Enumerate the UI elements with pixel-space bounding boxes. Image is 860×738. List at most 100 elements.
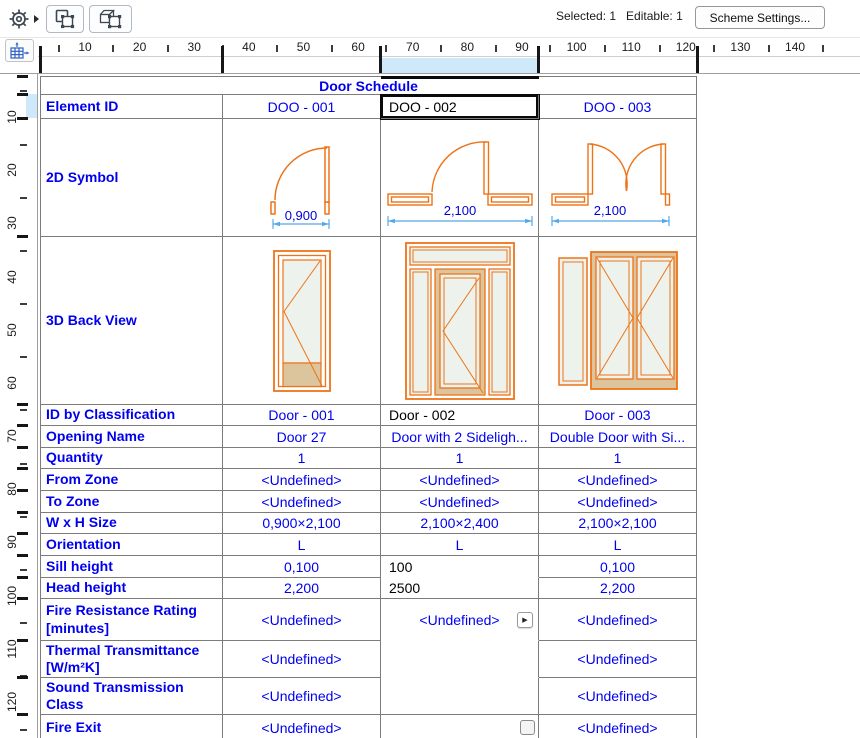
ruler-tick: [604, 45, 606, 52]
table-cell[interactable]: <Undefined>: [223, 641, 381, 678]
table-cell[interactable]: <Undefined>: [223, 469, 381, 491]
cell-3d-view-door2[interactable]: [381, 237, 539, 405]
ruler-row-boundary-tick: [17, 597, 28, 600]
select-marquee-button[interactable]: [46, 5, 84, 33]
cell-2d-symbol-door1[interactable]: 0,900: [223, 119, 381, 237]
table-cell[interactable]: Door - 001: [223, 405, 381, 426]
dim-label: 2,100: [594, 203, 627, 218]
ruler-number: 90: [5, 532, 19, 552]
ruler-row-boundary-tick: [17, 639, 28, 642]
cell-3d-view-door1[interactable]: [223, 237, 381, 405]
table-cell[interactable]: [381, 641, 539, 678]
table-cell[interactable]: L: [223, 534, 381, 556]
dropdown-arrow-icon: [33, 14, 40, 24]
table-cell[interactable]: Door 27: [223, 426, 381, 448]
table-cell[interactable]: Double Door with Si...: [539, 426, 696, 448]
table-cell[interactable]: 2,200: [539, 578, 696, 599]
table-cell[interactable]: 1: [381, 448, 539, 469]
table-cell[interactable]: [381, 715, 539, 738]
header-cell-doo-002-selected[interactable]: DOO - 002: [381, 95, 539, 119]
ruler-tick: [276, 45, 278, 52]
table-cell[interactable]: 2,100×2,400: [381, 513, 539, 534]
table-cell[interactable]: <Undefined>: [223, 599, 381, 641]
ruler-tick: [20, 409, 27, 411]
header-row: Element ID DOO - 001 DOO - 002 DOO - 003: [41, 95, 696, 119]
table-cell[interactable]: <Undefined>▶: [381, 599, 539, 641]
row-label: From Zone: [41, 469, 223, 491]
table-cell[interactable]: <Undefined>: [223, 491, 381, 513]
table-row: ID by ClassificationDoor - 001Door - 002…: [41, 405, 696, 426]
ruler-number: 40: [242, 40, 255, 54]
table-row: Head height2,20025002,200: [41, 578, 696, 599]
row-label: To Zone: [41, 491, 223, 513]
ruler-number: 100: [567, 40, 587, 54]
select-elements-button[interactable]: [89, 5, 132, 33]
row-label: Quantity: [41, 448, 223, 469]
table-cell[interactable]: 2500: [381, 578, 539, 599]
table-cell[interactable]: <Undefined>: [381, 469, 539, 491]
settings-gear-icon: [7, 7, 31, 31]
table-row: Fire Resistance Rating [minutes]<Undefin…: [41, 599, 696, 641]
table-cell[interactable]: 1: [223, 448, 381, 469]
ruler-row-boundary-tick: [17, 532, 28, 535]
schedule-data-rows: ID by ClassificationDoor - 001Door - 002…: [41, 405, 696, 738]
ruler-number: 90: [515, 40, 528, 54]
ruler-number: 140: [785, 40, 805, 54]
table-cell[interactable]: <Undefined>: [223, 678, 381, 715]
cell-3d-view-door3[interactable]: [539, 237, 696, 405]
table-cell[interactable]: [381, 678, 539, 715]
table-cell[interactable]: <Undefined>: [539, 491, 696, 513]
ruler-tick: [112, 45, 114, 52]
ruler-number: 80: [461, 40, 474, 54]
row-label: Thermal Transmittance [W/m²K]: [41, 641, 223, 678]
table-cell[interactable]: <Undefined>: [539, 469, 696, 491]
table-cell[interactable]: <Undefined>: [539, 641, 696, 678]
table-cell[interactable]: 2,100×2,100: [539, 513, 696, 534]
row-label: Head height: [41, 578, 223, 599]
ruler-column-boundary-tick: [696, 46, 699, 73]
horizontal-ruler-selection-highlight: [380, 58, 538, 73]
ruler-row-boundary-tick: [17, 467, 28, 470]
row-label-2d-symbol: 2D Symbol: [41, 119, 223, 237]
ruler-tick: [20, 569, 27, 571]
table-cell[interactable]: Door with 2 Sideligh...: [381, 426, 539, 448]
ruler-tick: [659, 45, 661, 52]
row-2d-symbol: 2D Symbol 0,900: [41, 119, 696, 237]
scheme-settings-button[interactable]: Scheme Settings...: [695, 6, 825, 29]
row-label: Orientation: [41, 534, 223, 556]
table-cell[interactable]: 0,100: [539, 556, 696, 578]
table-cell[interactable]: 2,200: [223, 578, 381, 599]
table-cell[interactable]: Door - 003: [539, 405, 696, 426]
table-cell[interactable]: 100: [381, 556, 539, 578]
door-3d-single-icon: [273, 250, 331, 392]
header-cell-doo-001[interactable]: DOO - 001: [223, 95, 381, 119]
table-cell[interactable]: <Undefined>: [539, 599, 696, 641]
table-cell[interactable]: 0,900×2,100: [223, 513, 381, 534]
table-cell[interactable]: L: [381, 534, 539, 556]
fire-exit-checkbox[interactable]: [520, 720, 535, 735]
table-cell[interactable]: <Undefined>: [381, 491, 539, 513]
ruler-origin-button[interactable]: [5, 39, 34, 62]
ruler-row-boundary-tick: [17, 713, 28, 716]
table-row: Opening NameDoor 27Door with 2 Sideligh.…: [41, 426, 696, 448]
table-cell[interactable]: L: [539, 534, 696, 556]
cell-2d-symbol-door3[interactable]: 2,100: [539, 119, 696, 237]
cell-2d-symbol-door2[interactable]: 2,100: [381, 119, 539, 237]
table-cell[interactable]: <Undefined>: [223, 715, 381, 738]
table-row: Quantity111: [41, 448, 696, 469]
table-cell[interactable]: Door - 002: [381, 405, 539, 426]
settings-gear-button[interactable]: [7, 6, 43, 32]
ruler-row-boundary-tick: [17, 489, 28, 492]
popup-arrow-button[interactable]: ▶: [517, 612, 533, 628]
table-cell[interactable]: <Undefined>: [539, 715, 696, 738]
header-cell-doo-003[interactable]: DOO - 003: [539, 95, 696, 119]
ruler-row-boundary-tick: [17, 93, 28, 96]
table-cell[interactable]: 1: [539, 448, 696, 469]
door-2d-plan-double-icon: 2,100: [550, 134, 685, 234]
table-cell[interactable]: <Undefined>: [539, 678, 696, 715]
ruler-tick: [20, 144, 27, 146]
ruler-row-boundary-tick: [17, 511, 28, 514]
door-3d-double-icon: [558, 251, 678, 391]
ruler-tick: [167, 45, 169, 52]
table-cell[interactable]: 0,100: [223, 556, 381, 578]
